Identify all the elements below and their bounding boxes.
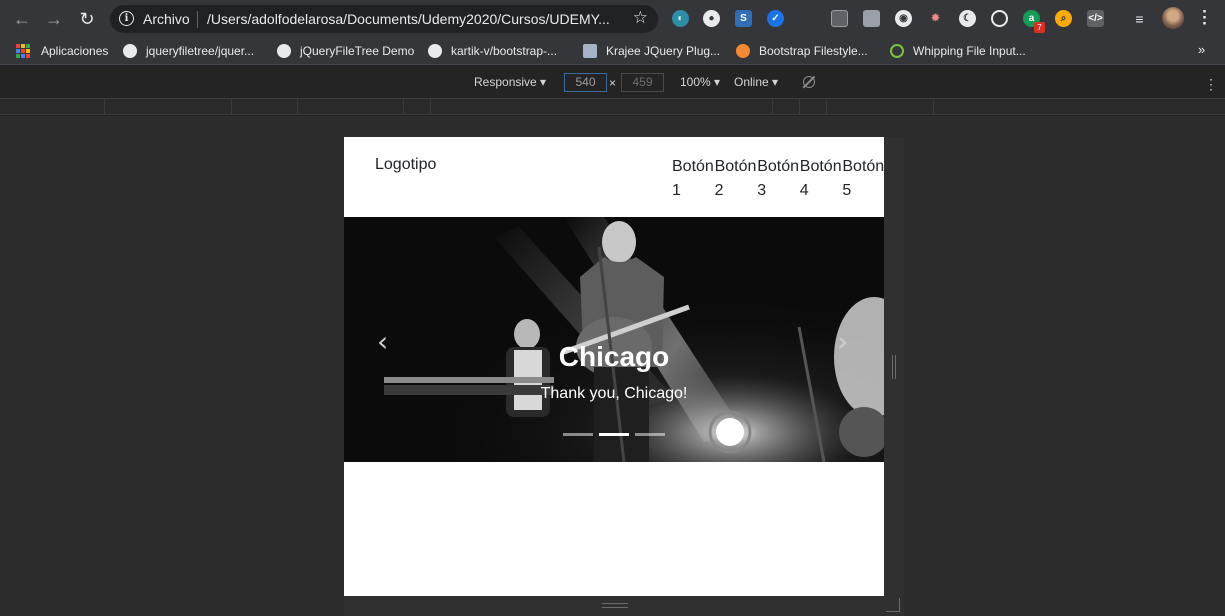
- carousel-caption-title: Chicago: [558, 341, 670, 372]
- bookmark-item[interactable]: Krajee JQuery Plug...: [583, 43, 720, 59]
- check-badge-icon[interactable]: ✓: [767, 10, 784, 27]
- bookmark-label: kartik-v/bootstrap-...: [451, 44, 558, 58]
- terminal-icon[interactable]: [831, 10, 848, 27]
- globe-icon: [277, 44, 291, 58]
- device-select[interactable]: Responsive ▾: [474, 75, 546, 89]
- profile-avatar[interactable]: [1162, 7, 1184, 29]
- info-icon[interactable]: i: [119, 11, 134, 26]
- nav-link[interactable]: Botón 2: [715, 155, 758, 203]
- search-badge-icon[interactable]: ●: [703, 10, 720, 27]
- target-icon[interactable]: [991, 10, 1008, 27]
- cherry-icon: [736, 44, 750, 58]
- github-icon: [428, 44, 442, 58]
- address-separator: [197, 11, 198, 28]
- carousel-indicator[interactable]: [635, 433, 665, 436]
- s-icon[interactable]: S: [735, 10, 752, 27]
- bookmark-label: Krajee JQuery Plug...: [606, 44, 721, 58]
- viewport-width-input[interactable]: 540: [564, 73, 607, 92]
- viewport-height-input[interactable]: 459: [621, 73, 664, 92]
- carousel-indicators: [563, 433, 665, 436]
- grid-icon[interactable]: [863, 10, 880, 27]
- nav-link[interactable]: Botón 1: [672, 155, 715, 203]
- rotate-icon[interactable]: [803, 76, 815, 88]
- bookmark-item[interactable]: Whipping File Input...: [890, 43, 1026, 59]
- back-arrow-icon[interactable]: ←: [11, 8, 33, 30]
- address-bar[interactable]: i Archivo /Users/adolfodelarosa/Document…: [110, 5, 658, 33]
- carousel-caption-text: Thank you, Chicago!: [540, 385, 688, 402]
- image-carousel: ‹ › Chicago Thank you, Chicago!: [344, 217, 884, 462]
- carousel-indicator[interactable]: [563, 433, 593, 436]
- bookmark-label: jQueryFileTree Demo: [300, 44, 415, 58]
- nav-link[interactable]: Botón 5: [842, 155, 884, 203]
- carousel-indicator-active[interactable]: [599, 433, 629, 436]
- site-nav: Botón 1 Botón 2 Botón 3 Botón 4 Botón 5: [672, 155, 884, 203]
- media-query-bar[interactable]: [0, 99, 1225, 115]
- resize-handle-icon[interactable]: [602, 603, 628, 608]
- browser-toolbar: ← → ↻ i Archivo /Users/adolfodelarosa/Do…: [0, 0, 1225, 37]
- bookmark-item[interactable]: kartik-v/bootstrap-...: [428, 43, 557, 59]
- circle-icon[interactable]: ◉: [895, 10, 912, 27]
- code-icon[interactable]: </>: [1087, 10, 1104, 27]
- nav-link[interactable]: Botón 4: [800, 155, 843, 203]
- bookmark-item[interactable]: jqueryfiletree/jquer...: [123, 43, 254, 59]
- forward-arrow-icon[interactable]: →: [43, 8, 65, 30]
- github-icon: [123, 44, 137, 58]
- browser-menu-icon[interactable]: · · ·: [1198, 3, 1212, 32]
- devtools-more-icon[interactable]: ⋮: [1204, 76, 1218, 93]
- site-logo[interactable]: Logotipo: [375, 156, 436, 174]
- zoom-select[interactable]: 100% ▾: [680, 75, 720, 89]
- bookmark-label: Whipping File Input...: [913, 44, 1026, 58]
- playlist-icon[interactable]: ≡: [1131, 10, 1148, 27]
- nav-link[interactable]: Botón 3: [757, 155, 800, 203]
- magnifier-icon[interactable]: ⌕: [1055, 10, 1072, 27]
- dimension-times: ×: [609, 76, 617, 90]
- leaf-icon: [890, 44, 904, 58]
- bookmark-label: Bootstrap Filestyle...: [759, 44, 868, 58]
- crescent-icon[interactable]: ◐: [672, 10, 689, 27]
- resize-handle-icon[interactable]: [892, 355, 896, 379]
- more-bookmarks-icon[interactable]: »: [1198, 42, 1205, 57]
- network-throttle-select[interactable]: Online ▾: [734, 75, 778, 89]
- bookmark-item[interactable]: jQueryFileTree Demo: [277, 43, 414, 59]
- off-badge-icon[interactable]: ✹: [927, 10, 944, 27]
- moon-icon[interactable]: ☾: [959, 10, 976, 27]
- bookmark-label: Aplicaciones: [41, 44, 109, 58]
- bookmark-label: jqueryfiletree/jquer...: [146, 44, 255, 58]
- k-icon: [583, 44, 597, 58]
- bookmarks-bar: Aplicaciones jqueryfiletree/jquer... jQu…: [0, 37, 1225, 65]
- bookmark-apps[interactable]: Aplicaciones: [16, 43, 108, 59]
- bookmark-star-icon[interactable]: ☆: [633, 8, 648, 28]
- url-text[interactable]: /Users/adolfodelarosa/Documents/Udemy202…: [207, 11, 610, 27]
- extension-count-badge: 7: [1034, 22, 1045, 33]
- security-label: Archivo: [143, 11, 190, 27]
- concert-photo: [344, 217, 884, 462]
- bookmark-item[interactable]: Bootstrap Filestyle...: [736, 43, 868, 59]
- emulated-page: Logotipo Botón 1 Botón 2 Botón 3 Botón 4…: [344, 137, 884, 596]
- device-toolbar: Responsive ▾ 540 × 459 100% ▾ Online ▾: [0, 66, 1225, 99]
- corner-resize-icon[interactable]: [886, 598, 900, 612]
- reload-icon[interactable]: ↻: [76, 8, 98, 30]
- apps-grid-icon: [16, 44, 30, 58]
